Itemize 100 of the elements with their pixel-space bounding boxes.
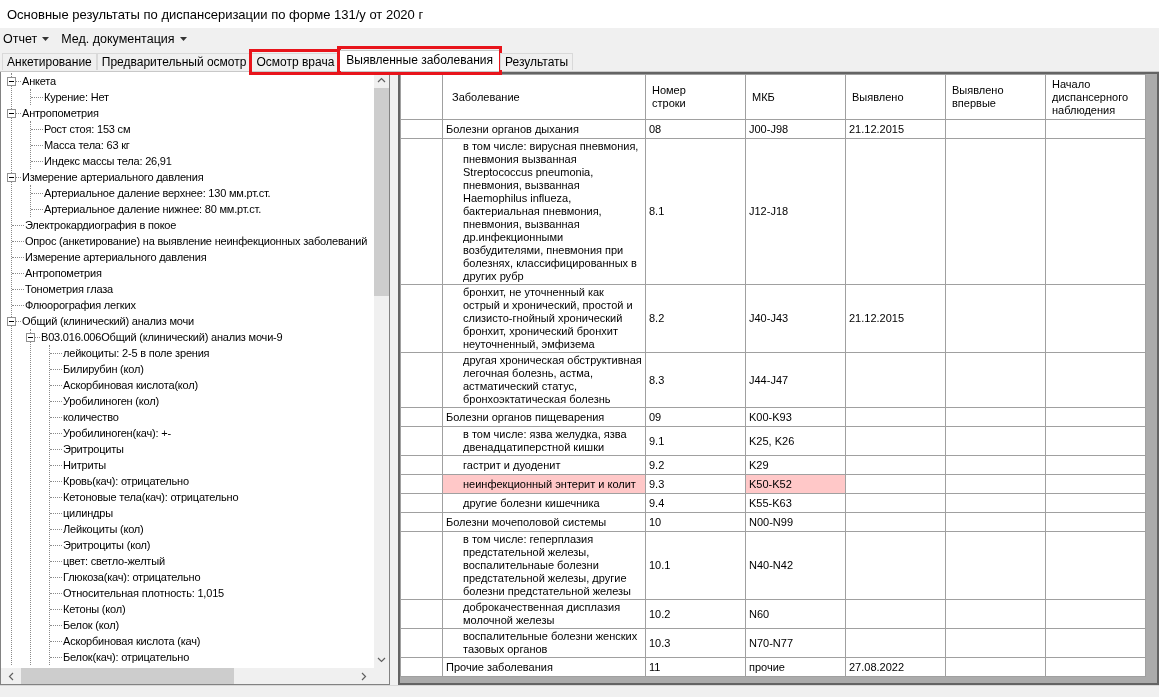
tree-item[interactable]: Электрокардиография в покое bbox=[12, 217, 374, 233]
tree-item[interactable]: Общий (клинический) анализ мочи bbox=[7, 313, 374, 329]
column-header[interactable]: Номер строки bbox=[645, 74, 746, 120]
tree-item[interactable]: Эритроциты bbox=[50, 441, 374, 457]
tree-item[interactable]: Эритроциты (кол) bbox=[50, 537, 374, 553]
table-cell: гастрит и дуоденит bbox=[442, 455, 646, 475]
tree-item[interactable]: Измерение артериального давления bbox=[12, 249, 374, 265]
table-cell: 08 bbox=[645, 119, 746, 139]
table-cell: 9.4 bbox=[645, 493, 746, 513]
scrollbar-thumb[interactable] bbox=[374, 88, 389, 296]
tab[interactable]: Результаты bbox=[500, 53, 574, 70]
tree-item[interactable]: Рост стоя: 153 см bbox=[31, 121, 374, 137]
window-title: Основные результаты по диспансеризации по форме 131/у от 2020 г bbox=[7, 6, 424, 22]
tree-item[interactable]: B03.016.006Общий (клинический) анализ мочи-9 bbox=[26, 329, 374, 345]
minus-box-icon[interactable] bbox=[7, 316, 16, 326]
tree-item[interactable]: Курение: Нет bbox=[31, 89, 374, 105]
scrollbar-thumb[interactable] bbox=[21, 668, 234, 684]
tree-item[interactable]: Уробилиноген (кол) bbox=[50, 393, 374, 409]
tree-item[interactable]: Относительная плотность: 1,015 bbox=[50, 585, 374, 601]
tree-item[interactable]: Артериальное даление верхнее: 130 мм.рт.ст. bbox=[31, 185, 374, 201]
tree-item[interactable]: Глюкоза(кач): отрицательно bbox=[50, 569, 374, 585]
table-cell: прочие bbox=[745, 657, 846, 677]
menu-item[interactable]: Отчет bbox=[2, 31, 51, 47]
scrollbar[interactable] bbox=[1, 668, 389, 684]
tree-item[interactable]: Кровь(кач): отрицательно bbox=[50, 473, 374, 489]
tree-item[interactable]: лейкоциты: 2-5 в поле зрения bbox=[50, 345, 374, 361]
tree-item[interactable]: Аскорбиновая кислота (кач) bbox=[50, 633, 374, 649]
tree-item[interactable]: Уробилиноген(кач): +- bbox=[50, 425, 374, 441]
tree-item[interactable]: Нитриты bbox=[50, 457, 374, 473]
tree-item[interactable]: Индекс массы тела: 26,91 bbox=[31, 153, 374, 169]
tree-item[interactable]: Масса тела: 63 кг bbox=[31, 137, 374, 153]
minus-box-icon[interactable] bbox=[7, 108, 16, 118]
table-cell: другая хроническая обструктивная легочная болезнь, астма, астматический статус, бронхоэктатическая болезнь bbox=[442, 352, 646, 408]
tree-item[interactable]: Белок(кач): отрицательно bbox=[50, 649, 374, 665]
column-header[interactable]: Выявлено впервые bbox=[945, 74, 1046, 120]
table-cell: 11 bbox=[645, 657, 746, 677]
tree-item[interactable]: цилиндры bbox=[50, 505, 374, 521]
column-header[interactable]: Начало диспансерного наблюдения bbox=[1045, 74, 1146, 120]
table-cell: в том числе: язва желудка, язва двенадцатиперстной кишки bbox=[442, 426, 646, 456]
tree-item[interactable]: Тонометрия глаза bbox=[12, 281, 374, 297]
table-cell: J12-J18 bbox=[745, 138, 846, 285]
scrollbar[interactable] bbox=[374, 72, 389, 668]
table-cell: N00-N99 bbox=[745, 512, 846, 532]
column-header[interactable]: Заболевание bbox=[442, 74, 646, 120]
table-cell: K55-K63 bbox=[745, 493, 846, 513]
table-cell: 8.1 bbox=[645, 138, 746, 285]
tree-item[interactable]: Антропометрия bbox=[7, 105, 374, 121]
tree-item[interactable]: Артериальное даление нижнее: 80 мм.рт.ст. bbox=[31, 201, 374, 217]
arrow-up-icon[interactable] bbox=[377, 77, 386, 83]
table-cell: 10.1 bbox=[645, 531, 746, 600]
table-cell: Болезни мочеполовой системы bbox=[442, 512, 646, 532]
tree-item[interactable]: Опрос (анкетирование) на выявление неинфекционных заболеваний bbox=[12, 233, 374, 249]
arrow-down-icon[interactable] bbox=[377, 657, 386, 663]
tree-item[interactable]: Антропометрия bbox=[12, 265, 374, 281]
arrow-left-icon[interactable] bbox=[8, 671, 14, 681]
table-cell: K00-K93 bbox=[745, 407, 846, 427]
table-cell: N40-N42 bbox=[745, 531, 846, 600]
table-cell: J44-J47 bbox=[745, 352, 846, 408]
table-cell: 10.2 bbox=[645, 599, 746, 629]
tree-item[interactable]: цвет: светло-желтый bbox=[50, 553, 374, 569]
tree-item[interactable]: Билирубин (кол) bbox=[50, 361, 374, 377]
table-cell: Болезни органов дыхания bbox=[442, 119, 646, 139]
tree-item[interactable]: Флюорография легких bbox=[12, 297, 374, 313]
column-header[interactable]: МКБ bbox=[745, 74, 846, 120]
tree-item[interactable]: Белок (кол) bbox=[50, 617, 374, 633]
table-cell: 9.3 bbox=[645, 474, 746, 494]
table-cell: 9.1 bbox=[645, 426, 746, 456]
tab[interactable]: Осмотр врача bbox=[251, 53, 340, 70]
table-cell: 10.3 bbox=[645, 628, 746, 658]
tree-item[interactable]: Измерение артериального давления bbox=[7, 169, 374, 185]
table-cell: 8.2 bbox=[645, 284, 746, 353]
table-cell: 21.12.2015 bbox=[845, 119, 946, 139]
table-cell: 9.2 bbox=[645, 455, 746, 475]
tree-item[interactable]: Аскорбиновая кислота(кол) bbox=[50, 377, 374, 393]
tree-item[interactable]: Анкета bbox=[7, 73, 374, 89]
table-cell: 21.12.2015 bbox=[845, 284, 946, 353]
arrow-right-icon[interactable] bbox=[361, 671, 367, 681]
table-cell: J00-J98 bbox=[745, 119, 846, 139]
minus-box-icon[interactable] bbox=[26, 332, 35, 342]
minus-box-icon[interactable] bbox=[7, 172, 16, 182]
table-cell: 10 bbox=[645, 512, 746, 532]
table-cell: Болезни органов пищеварения bbox=[442, 407, 646, 427]
table-cell: воспалительные болезни женских тазовых органов bbox=[442, 628, 646, 658]
menu-item[interactable]: Мед. документация bbox=[60, 31, 188, 47]
caret-icon bbox=[179, 37, 187, 41]
tab[interactable]: Анкетирование bbox=[2, 53, 97, 70]
table-cell: K29 bbox=[745, 455, 846, 475]
table-cell: N60 bbox=[745, 599, 846, 629]
table-cell: 27.08.2022 bbox=[845, 657, 946, 677]
minus-box-icon[interactable] bbox=[7, 76, 16, 86]
tree-item[interactable]: Кетоновые тела(кач): отрицательно bbox=[50, 489, 374, 505]
tree-item[interactable]: Лейкоциты (кол) bbox=[50, 521, 374, 537]
tree-item[interactable]: Кетоны (кол) bbox=[50, 601, 374, 617]
tab[interactable]: Выявленные заболевания bbox=[339, 50, 500, 71]
tree-item[interactable]: количество bbox=[50, 409, 374, 425]
table-cell: другие болезни кишечника bbox=[442, 493, 646, 513]
table-cell: N70-N77 bbox=[745, 628, 846, 658]
table-cell: 09 bbox=[645, 407, 746, 427]
column-header[interactable]: Выявлено bbox=[845, 74, 946, 120]
tab[interactable]: Предварительный осмотр bbox=[96, 53, 252, 70]
